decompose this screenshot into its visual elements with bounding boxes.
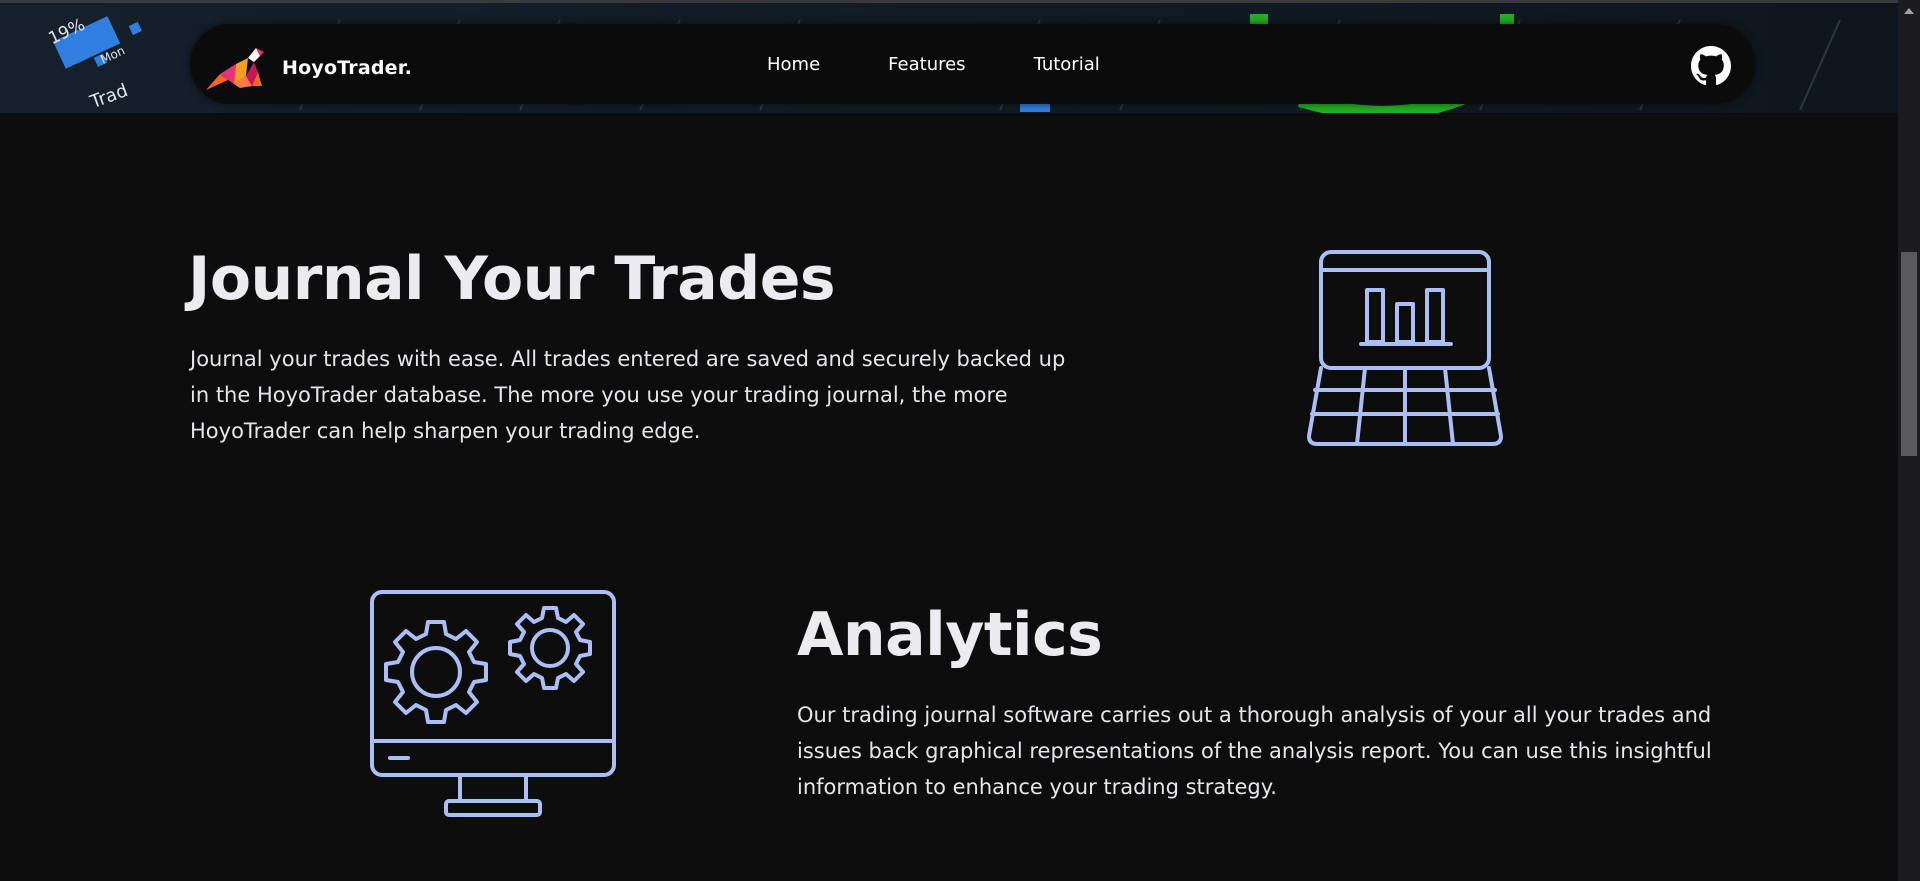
scroll-thumb[interactable] [1901,252,1917,456]
monitor-gears-icon [370,590,616,817]
journal-section-text: Journal your trades with ease. All trade… [190,347,1066,443]
github-link[interactable] [1691,46,1731,86]
brand-name: HoyoTrader. [282,57,413,79]
navbar: HoyoTrader. Home Features Tutorial [190,24,1755,104]
github-icon [1691,46,1731,86]
nav-link-features[interactable]: Features [888,54,965,75]
nav-link-tutorial[interactable]: Tutorial [1034,54,1100,75]
vertical-scrollbar[interactable] [1898,0,1920,881]
analytics-section-title: Analytics [797,600,1103,670]
brand[interactable]: HoyoTrader. [206,46,412,90]
window-top-border [0,0,1898,3]
analytics-section-text: Our trading journal software carries out… [797,703,1712,799]
laptop-chart-icon [1307,250,1503,446]
kangaroo-logo-icon [206,48,264,90]
nav-links: Home Features Tutorial [767,24,1100,104]
journal-section-title: Journal Your Trades [188,244,836,314]
page: 19% Mon Trad HoyoTrader. Home Features T… [0,0,1920,881]
nav-link-home[interactable]: Home [767,54,820,75]
scroll-up-arrow-icon[interactable] [1904,8,1914,14]
